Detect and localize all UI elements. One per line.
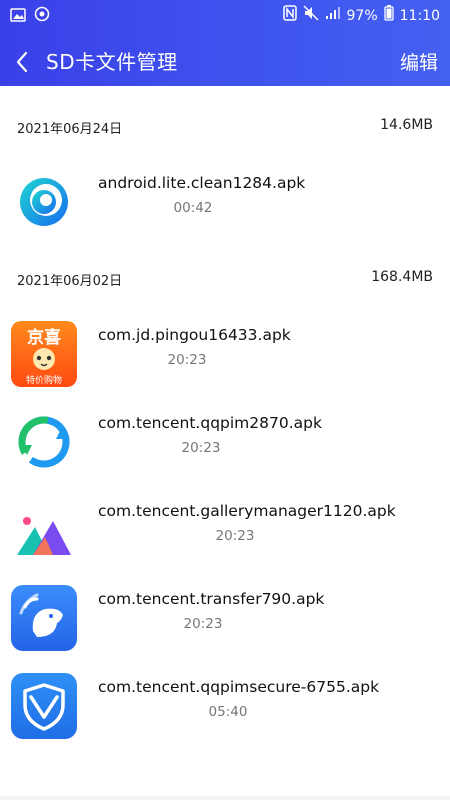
security-shield-app-icon <box>11 673 77 739</box>
file-time: 20:23 <box>215 528 255 544</box>
qqpim-sync-app-icon <box>11 409 77 475</box>
file-time: 20:23 <box>167 352 207 368</box>
file-row[interactable]: com.tencent.gallerymanager1120.apk 20:23 <box>0 490 450 570</box>
file-name: com.tencent.qqpimsecure-6755.apk <box>98 678 380 696</box>
file-time: 05:40 <box>208 704 248 720</box>
mute-icon <box>302 5 319 26</box>
chevron-left-icon <box>16 51 28 73</box>
file-row[interactable]: com.tencent.transfer790.apk 20:23 <box>0 578 450 658</box>
battery-percent: 97% <box>346 7 378 24</box>
file-name: android.lite.clean1284.apk <box>98 174 306 192</box>
page-title: SD卡文件管理 <box>46 50 178 74</box>
file-name: com.jd.pingou16433.apk <box>98 326 291 344</box>
file-name: com.tencent.transfer790.apk <box>98 590 325 608</box>
file-name: com.tencent.gallerymanager1120.apk <box>98 502 396 520</box>
clock: 11:10 <box>399 7 440 24</box>
file-row[interactable]: android.lite.clean1284.apk 00:42 <box>0 162 450 242</box>
transfer-bird-app-icon <box>11 585 77 651</box>
back-button[interactable] <box>8 48 36 76</box>
app-header: 97% 11:10 SD卡文件管理 编辑 <box>0 0 450 86</box>
file-name: com.tencent.qqpim2870.apk <box>98 414 322 432</box>
title-bar: SD卡文件管理 编辑 <box>0 38 450 86</box>
group-size: 168.4MB <box>371 269 433 285</box>
jingxi-app-icon: 京喜 特价购物 <box>11 321 77 387</box>
file-time: 20:23 <box>183 616 223 632</box>
file-time: 20:23 <box>181 440 221 456</box>
file-time: 00:42 <box>173 200 213 216</box>
file-row[interactable]: com.tencent.qqpimsecure-6755.apk 05:40 <box>0 666 450 746</box>
gallery-mountains-app-icon <box>11 497 77 563</box>
group-date: 2021年06月24日 <box>17 122 123 137</box>
group-date: 2021年06月02日 <box>17 274 123 289</box>
signal-icon <box>325 6 341 25</box>
group-header: 2021年06月24日 14.6MB <box>0 110 450 144</box>
clean-swirl-app-icon <box>11 169 77 235</box>
group-size: 14.6MB <box>380 117 433 133</box>
nfc-icon <box>282 5 297 26</box>
sync-icon <box>34 6 50 26</box>
jingxi-icon-title: 京喜 <box>27 327 61 348</box>
file-row[interactable]: 京喜 特价购物 com.jd.pingou16433.apk 20:23 <box>0 314 450 394</box>
jingxi-icon-subtitle: 特价购物 <box>26 374 62 386</box>
bottom-divider <box>0 796 450 800</box>
group-header: 2021年06月02日 168.4MB <box>0 262 450 296</box>
edit-button[interactable]: 编辑 <box>400 49 438 77</box>
status-bar: 97% 11:10 <box>0 0 450 28</box>
image-icon <box>10 7 26 26</box>
battery-icon <box>383 5 394 26</box>
file-row[interactable]: com.tencent.qqpim2870.apk 20:23 <box>0 402 450 482</box>
file-list: 2021年06月24日 14.6MB android.lite.clean128… <box>0 86 450 800</box>
